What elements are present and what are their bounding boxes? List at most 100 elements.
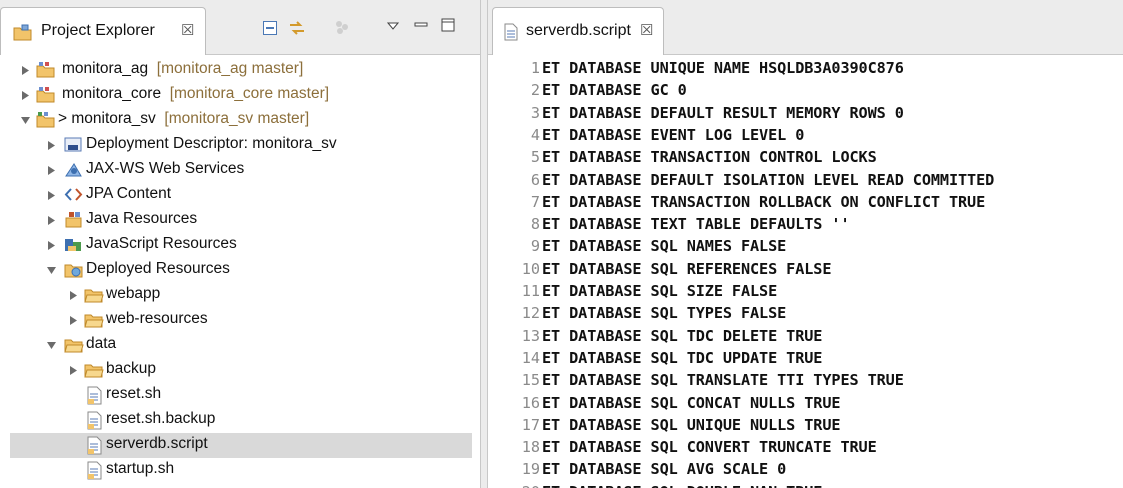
tree-item-deployment-descriptor[interactable]: Deployment Descriptor: monitora_sv	[0, 133, 480, 158]
code-text: ET DATABASE TRANSACTION ROLLBACK ON CONF…	[542, 192, 986, 211]
expand-arrow-icon[interactable]	[46, 238, 57, 250]
tree-item-reset-sh-backup[interactable]: reset.sh.backup	[0, 408, 480, 433]
project-icon	[36, 86, 55, 103]
line-number: 19	[521, 460, 540, 479]
code-text: ET DATABASE SQL CONVERT TRUNCATE TRUE	[542, 438, 877, 457]
project-tree: monitora_ag [monitora_ag master] monitor…	[0, 55, 480, 488]
tree-item-label: serverdb.script	[106, 435, 208, 452]
tree-item-web-resources[interactable]: web-resources	[0, 308, 480, 333]
code-line[interactable]: 17 ET DATABASE SQL UNIQUE NULLS TRUE	[488, 415, 1123, 437]
view-menu-icon[interactable]	[386, 19, 400, 37]
file-icon	[86, 461, 105, 480]
tree-item-javascript-resources[interactable]: JavaScript Resources	[0, 233, 480, 258]
tree-item-label: Deployed Resources	[86, 260, 230, 277]
code-line[interactable]: 10 ET DATABASE SQL REFERENCES FALSE	[488, 259, 1123, 281]
link-with-editor-icon[interactable]	[288, 20, 306, 41]
code-line[interactable]: 11 ET DATABASE SQL SIZE FALSE	[488, 281, 1123, 303]
code-line[interactable]: 16 ET DATABASE SQL CONCAT NULLS TRUE	[488, 393, 1123, 415]
expand-arrow-icon[interactable]	[68, 288, 79, 300]
line-number: 2	[530, 81, 540, 100]
collapse-arrow-icon[interactable]	[46, 338, 57, 349]
code-text: ET DATABASE SQL AVG SCALE 0	[542, 460, 787, 479]
tab-serverdb-script[interactable]: serverdb.script ☒	[492, 7, 664, 55]
expand-arrow-icon[interactable]	[68, 363, 79, 375]
expand-arrow-icon[interactable]	[46, 213, 57, 225]
project-icon	[36, 61, 55, 78]
collapse-all-icon[interactable]	[262, 20, 278, 41]
code-line[interactable]: 13 ET DATABASE SQL TDC DELETE TRUE	[488, 326, 1123, 348]
line-number: 20	[488, 483, 540, 488]
minimize-icon[interactable]	[414, 18, 428, 36]
expand-arrow-icon[interactable]	[46, 188, 57, 200]
code-line[interactable]: 18 ET DATABASE SQL CONVERT TRUNCATE TRUE	[488, 437, 1123, 459]
line-number: 6	[530, 170, 540, 189]
file-icon	[86, 386, 105, 405]
collapse-arrow-icon[interactable]	[46, 263, 57, 274]
tree-item-label: monitora_core	[62, 85, 162, 102]
focus-icon[interactable]	[333, 18, 351, 41]
code-text: ET DATABASE GC 0	[542, 81, 687, 100]
line-number: 12	[521, 304, 540, 323]
line-number: 9	[530, 237, 540, 256]
code-text: ET DATABASE SQL NAMES FALSE	[542, 237, 787, 256]
tree-item-jax-ws[interactable]: JAX-WS Web Services	[0, 158, 480, 183]
code-line[interactable]: 14 ET DATABASE SQL TDC UPDATE TRUE	[488, 348, 1123, 370]
expand-arrow-icon[interactable]	[20, 88, 31, 100]
expand-arrow-icon[interactable]	[20, 63, 31, 75]
expand-arrow-icon[interactable]	[46, 138, 57, 150]
expand-arrow-icon[interactable]	[68, 313, 79, 325]
code-text: ET DATABASE SQL TYPES FALSE	[542, 304, 787, 323]
tab-project-explorer[interactable]: Project Explorer ☒	[0, 7, 206, 55]
line-number: 14	[521, 348, 540, 367]
code-line[interactable]: 20ET DATABASE SQL DOUBLE NAN TRUE	[488, 482, 1123, 488]
close-icon[interactable]: ☒	[640, 21, 653, 39]
code-line[interactable]: 1 ET DATABASE UNIQUE NAME HSQLDB3A0390C87…	[488, 58, 1123, 80]
deployment-descriptor-icon	[64, 136, 83, 153]
maximize-icon[interactable]	[441, 18, 455, 37]
code-line[interactable]: 6 ET DATABASE DEFAULT ISOLATION LEVEL REA…	[488, 170, 1123, 192]
tree-item-deployed-resources[interactable]: Deployed Resources	[0, 258, 480, 283]
code-line[interactable]: 8 ET DATABASE TEXT TABLE DEFAULTS ''	[488, 214, 1123, 236]
tree-item-monitora-core[interactable]: monitora_core [monitora_core master]	[0, 83, 480, 108]
tree-item-label: JPA Content	[86, 185, 172, 202]
code-text: ET DATABASE DEFAULT ISOLATION LEVEL READ…	[542, 170, 995, 189]
code-line[interactable]: 9 ET DATABASE SQL NAMES FALSE	[488, 236, 1123, 258]
code-line[interactable]: 4 ET DATABASE EVENT LOG LEVEL 0	[488, 125, 1123, 147]
expand-arrow-icon[interactable]	[46, 163, 57, 175]
code-line[interactable]: 15 ET DATABASE SQL TRANSLATE TTI TYPES TR…	[488, 370, 1123, 392]
code-line[interactable]: 2 ET DATABASE GC 0	[488, 80, 1123, 102]
tree-item-reset-sh[interactable]: reset.sh	[0, 383, 480, 408]
code-line[interactable]: 7 ET DATABASE TRANSACTION ROLLBACK ON CON…	[488, 192, 1123, 214]
tree-item-backup[interactable]: backup	[0, 358, 480, 383]
code-line[interactable]: 3 ET DATABASE DEFAULT RESULT MEMORY ROWS …	[488, 103, 1123, 125]
code-line[interactable]: 12 ET DATABASE SQL TYPES FALSE	[488, 303, 1123, 325]
code-line[interactable]: 19 ET DATABASE SQL AVG SCALE 0	[488, 459, 1123, 481]
code-editor[interactable]: 1 ET DATABASE UNIQUE NAME HSQLDB3A0390C87…	[488, 56, 1123, 488]
tree-item-monitora-ag[interactable]: monitora_ag [monitora_ag master]	[0, 58, 480, 83]
line-number: 7	[530, 192, 540, 211]
collapse-arrow-icon[interactable]	[20, 113, 31, 124]
tree-item-startup-sh[interactable]: startup.sh	[0, 458, 480, 483]
tree-item-webapp[interactable]: webapp	[0, 283, 480, 308]
code-text: ET DATABASE SQL TRANSLATE TTI TYPES TRUE	[542, 371, 904, 390]
code-line[interactable]: 5 ET DATABASE TRANSACTION CONTROL LOCKS	[488, 147, 1123, 169]
line-number: 15	[521, 371, 540, 390]
file-icon	[86, 411, 105, 430]
code-text: ET DATABASE TEXT TABLE DEFAULTS ''	[542, 215, 850, 234]
tree-item-monitora-sv[interactable]: > monitora_sv [monitora_sv master]	[0, 108, 480, 133]
tree-item-java-resources[interactable]: Java Resources	[0, 208, 480, 233]
line-number: 10	[521, 259, 540, 278]
line-number: 4	[530, 125, 540, 144]
code-text: ET DATABASE EVENT LOG LEVEL 0	[542, 125, 805, 144]
code-text: ET DATABASE SQL SIZE FALSE	[542, 282, 778, 300]
code-text: ET DATABASE UNIQUE NAME HSQLDB3A0390C876	[542, 59, 904, 77]
tree-item-data[interactable]: data	[0, 333, 480, 358]
line-number: 8	[530, 215, 540, 234]
tree-item-serverdb-script[interactable]: serverdb.script	[10, 433, 472, 458]
tree-item-jpa-content[interactable]: JPA Content	[0, 183, 480, 208]
line-number: 5	[530, 148, 540, 167]
deployed-resources-icon	[64, 261, 83, 278]
code-text: ET DATABASE SQL REFERENCES FALSE	[542, 259, 832, 278]
panel-sash[interactable]	[480, 0, 488, 488]
close-icon[interactable]: ☒	[181, 21, 194, 39]
